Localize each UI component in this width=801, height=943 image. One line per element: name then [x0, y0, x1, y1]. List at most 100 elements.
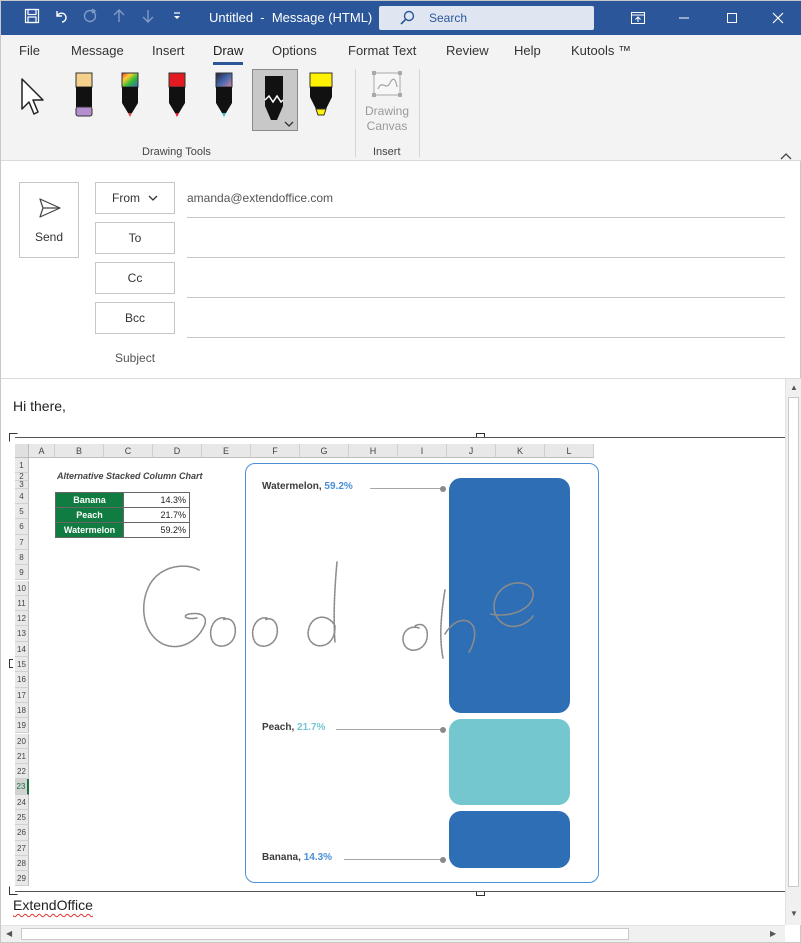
bcc-button[interactable]: Bcc: [95, 302, 175, 334]
row-header-5: 5: [15, 504, 29, 520]
tab-help[interactable]: Help: [514, 43, 541, 58]
undo-icon[interactable]: [51, 8, 71, 28]
header-divider: [1, 378, 801, 379]
column-header-j: J: [447, 444, 496, 458]
chart-data-label: Peach, 21.7%: [262, 722, 325, 733]
ribbon-display-icon[interactable]: [615, 1, 661, 35]
chart-category-label: Banana,: [262, 852, 304, 863]
highlighter-tool[interactable]: [304, 69, 340, 119]
row-header-26: 26: [15, 825, 29, 841]
ink-handwriting-good-one: [142, 561, 534, 659]
row-header-11: 11: [15, 595, 29, 612]
chart-leader-dot: [440, 485, 446, 492]
ribbon: Drawing Tools Drawing Canvas Insert: [1, 65, 801, 161]
horizontal-scroll-thumb[interactable]: [21, 928, 629, 940]
row-header-14: 14: [15, 641, 29, 657]
maximize-icon[interactable]: [709, 1, 755, 35]
bcc-label: Bcc: [124, 311, 145, 325]
row-header-18: 18: [15, 702, 29, 719]
cc-label: Cc: [127, 271, 143, 285]
collapse-ribbon-icon[interactable]: [780, 148, 792, 160]
row-header-28: 28: [15, 855, 29, 872]
chart-leader-line: [370, 488, 442, 489]
to-field[interactable]: [187, 257, 785, 258]
resize-handle[interactable]: [476, 433, 485, 442]
drawing-canvas-label-2: Canvas: [366, 119, 408, 133]
row-header-25: 25: [15, 810, 29, 826]
table-cell-category: Peach: [55, 507, 124, 523]
vertical-scrollbar[interactable]: ▲ ▼: [785, 379, 801, 925]
customize-qat-icon[interactable]: [167, 8, 187, 28]
select-tool[interactable]: [15, 69, 51, 119]
search-box[interactable]: Search: [379, 6, 594, 30]
pen-red-icon: [168, 72, 186, 117]
from-button[interactable]: From: [95, 182, 175, 214]
resize-handle[interactable]: [9, 433, 18, 442]
body-greeting[interactable]: Hi there,: [13, 398, 66, 414]
cc-button[interactable]: Cc: [95, 262, 175, 294]
row-header-21: 21: [15, 748, 29, 765]
chart-leader-line: [336, 729, 442, 731]
stacked-column-chart: Banana, 14.3% Peach, 21.7% Watermelon, 59.…: [245, 463, 599, 883]
pen-galaxy-tool[interactable]: [207, 69, 243, 119]
pencil-tool[interactable]: [252, 69, 298, 131]
ribbon-separator-2: [419, 69, 420, 157]
tab-draw[interactable]: Draw: [213, 43, 243, 58]
tab-kutools[interactable]: Kutools ™: [571, 43, 631, 58]
drawing-canvas-button[interactable]: Drawing Canvas: [361, 69, 413, 141]
tab-message[interactable]: Message: [71, 43, 124, 58]
column-header-e: E: [202, 444, 251, 458]
row-header-23: 23: [15, 779, 29, 795]
chart-category-label: Watermelon,: [262, 481, 325, 492]
row-header-3: 3: [15, 481, 29, 489]
chart-leader-line: [344, 859, 442, 860]
row-header-4: 4: [15, 488, 29, 504]
scroll-left-icon[interactable]: ◀: [6, 929, 12, 939]
ribbon-separator: [355, 69, 356, 157]
row-header-15: 15: [15, 657, 29, 673]
send-label: Send: [34, 230, 64, 244]
table-row: Banana 14.3%: [55, 492, 190, 508]
tab-format-text[interactable]: Format Text: [348, 43, 416, 58]
horizontal-scrollbar[interactable]: ◀ ▶: [1, 925, 785, 942]
search-label: Search: [429, 11, 468, 25]
send-button[interactable]: Send: [19, 182, 79, 258]
chart-bar-banana: [449, 811, 570, 868]
arrow-down-icon[interactable]: [138, 8, 158, 28]
pen-rainbow-tool[interactable]: [113, 69, 149, 119]
tab-review[interactable]: Review: [446, 43, 489, 58]
scroll-down-icon[interactable]: ▼: [790, 909, 798, 919]
tab-insert[interactable]: Insert: [152, 43, 185, 58]
pen-purple-icon: [75, 72, 93, 117]
to-button[interactable]: To: [95, 222, 175, 254]
row-header-27: 27: [15, 840, 29, 856]
cc-field[interactable]: [187, 297, 785, 298]
image-frame-bottom: [15, 891, 785, 892]
row-header-8: 8: [15, 549, 29, 566]
image-frame-top: [15, 437, 785, 438]
signature[interactable]: ExtendOffice: [13, 897, 93, 913]
close-icon[interactable]: [755, 1, 801, 35]
scroll-right-icon[interactable]: ▶: [770, 929, 776, 939]
embedded-excel-image[interactable]: ABCDEFGHIJKL 1 2 3 4 5 6 7 8 9 10 11 12 13 14 15 16 17 18…: [15, 444, 613, 890]
sheet-corner: [15, 444, 29, 458]
tab-file[interactable]: File: [19, 43, 40, 58]
table-cell-value: 14.3%: [123, 492, 190, 508]
row-header-19: 19: [15, 718, 29, 734]
bcc-field[interactable]: [187, 337, 785, 338]
scroll-up-icon[interactable]: ▲: [790, 383, 798, 393]
pen-purple-tool[interactable]: [67, 69, 103, 119]
tab-options[interactable]: Options: [272, 43, 317, 58]
to-label: To: [128, 231, 142, 245]
redo-icon[interactable]: [80, 8, 100, 28]
row-header-7: 7: [15, 534, 29, 550]
table-cell-category: Banana: [55, 492, 124, 508]
arrow-up-icon[interactable]: [109, 8, 129, 28]
vertical-scroll-thumb[interactable]: [788, 397, 799, 887]
save-icon[interactable]: [22, 8, 42, 28]
pen-red-tool[interactable]: [160, 69, 196, 119]
ribbon-tabs: File Message Insert Draw Options Format …: [1, 35, 801, 65]
pencil-icon: [264, 76, 294, 127]
data-table: Banana 14.3% Peach 21.7% Watermelon 59.2%: [55, 492, 190, 538]
minimize-icon[interactable]: [661, 1, 707, 35]
